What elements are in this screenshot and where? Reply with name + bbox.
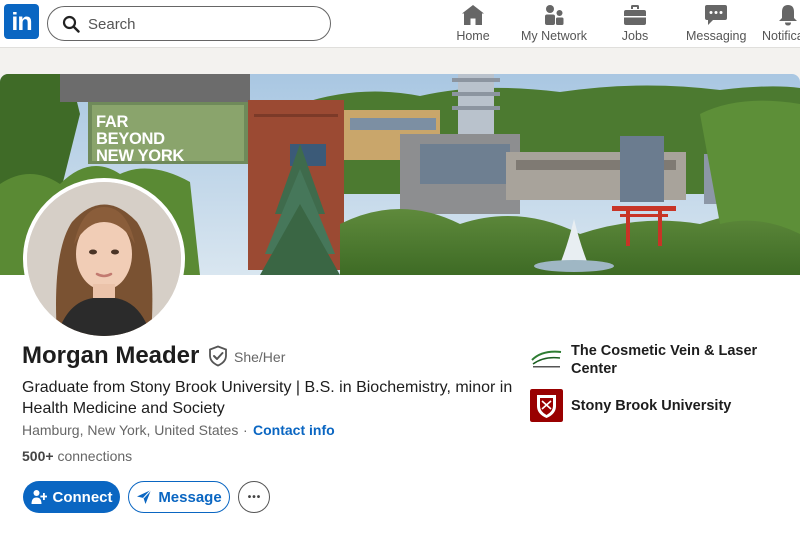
more-actions-button[interactable]: ••• — [238, 481, 270, 513]
nav-messaging[interactable]: Messaging — [686, 4, 746, 44]
connections-number: 500+ — [22, 448, 54, 464]
send-icon — [137, 489, 152, 504]
avatar-illustration — [27, 182, 181, 336]
nav-messaging-label: Messaging — [686, 29, 747, 43]
profile-location: Hamburg, New York, United States — [22, 422, 239, 438]
experience-name: The Cosmetic Vein & Laser Center — [571, 343, 758, 377]
experience-name: Stony Brook University — [571, 398, 732, 414]
network-icon — [545, 5, 564, 25]
chat-icon — [705, 5, 727, 25]
nav-home-label: Home — [456, 29, 490, 43]
briefcase-icon — [624, 5, 646, 25]
stony-brook-logo-icon — [530, 389, 563, 422]
profile-card: FAR BEYOND NEW YORK Morgan Meader She/He… — [0, 74, 800, 537]
bell-icon — [779, 5, 797, 26]
profile-photo[interactable] — [23, 178, 185, 340]
search-box[interactable] — [47, 6, 331, 41]
profile-name: Morgan Meader — [22, 342, 200, 369]
connect-button-label: Connect — [52, 488, 113, 506]
more-dots-icon: ••• — [247, 491, 262, 503]
search-icon — [62, 15, 80, 33]
contact-info-link[interactable]: Contact info — [253, 422, 335, 438]
top-nav-bar: in Home My Network Jobs — [0, 0, 800, 48]
nav-home[interactable]: Home — [448, 4, 498, 44]
add-person-icon — [31, 490, 47, 504]
search-input[interactable] — [88, 13, 318, 35]
connections-label: connections — [57, 448, 133, 464]
nav-jobs[interactable]: Jobs — [610, 4, 660, 44]
location-separator: · — [243, 422, 248, 438]
nav-my-network-label: My Network — [521, 29, 587, 43]
banner-sign-line-1: FAR — [96, 113, 129, 131]
connect-button[interactable]: Connect — [23, 481, 120, 513]
profile-headline: Graduate from Stony Brook University | B… — [22, 379, 513, 417]
nav-jobs-label: Jobs — [621, 29, 649, 43]
home-icon — [462, 5, 484, 25]
connections-count[interactable]: 500+ connections — [22, 448, 132, 464]
banner-sign-line-2: BEYOND — [96, 130, 165, 148]
message-button-label: Message — [158, 488, 222, 506]
banner-sign-text: FAR BEYOND NEW YORK — [96, 114, 236, 165]
cosmetic-vein-logo-icon — [530, 342, 563, 375]
profile-pronouns: She/Her — [234, 349, 286, 365]
nav-notifications-label: Notifications — [762, 29, 800, 43]
banner-sign-line-3: NEW YORK — [96, 147, 185, 165]
nav-my-network[interactable]: My Network — [517, 4, 591, 44]
nav-notifications[interactable]: Notifications — [762, 4, 800, 44]
verified-shield-icon[interactable] — [207, 345, 229, 367]
linkedin-logo[interactable]: in — [4, 4, 39, 39]
message-button[interactable]: Message — [128, 481, 230, 513]
